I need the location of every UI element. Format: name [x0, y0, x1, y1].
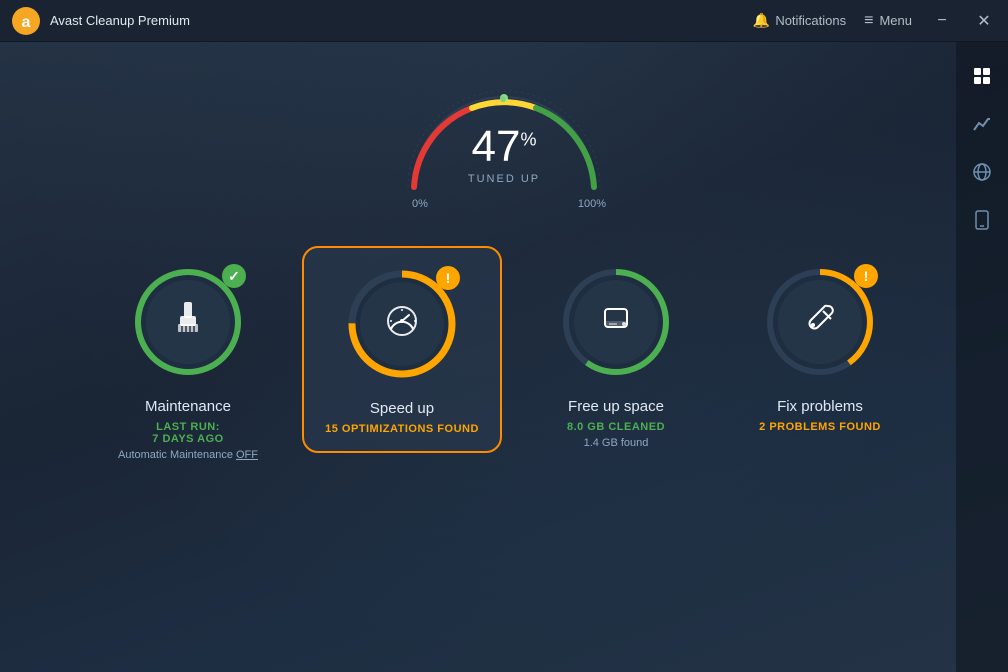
maintenance-badge: ✓ [222, 264, 246, 288]
notifications-label: Notifications [775, 13, 846, 28]
card-fixproblems[interactable]: ! Fix problems 2 PROBLEMS FOUND [730, 262, 910, 433]
speedup-title: Speed up [370, 400, 434, 417]
fixproblems-badge: ! [854, 264, 878, 288]
speedup-icon [381, 299, 423, 349]
svg-text:a: a [22, 14, 31, 31]
gauge-value: 47% [468, 125, 540, 169]
chart-icon [972, 114, 992, 134]
maintenance-circle: ✓ [128, 262, 248, 382]
maintenance-icon [168, 298, 208, 346]
bell-icon: 🔔 [753, 12, 770, 29]
gauge-min-label: 0% [412, 198, 428, 210]
card-maintenance[interactable]: ✓ Maintenance LAST RUN: 7 DAYS AGO Autom… [98, 262, 278, 461]
grid-icon [972, 66, 992, 86]
sidebar-phone-button[interactable] [960, 198, 1004, 242]
fixproblems-subtitle: 2 PROBLEMS FOUND [759, 421, 881, 433]
maintenance-subtitle1: LAST RUN: [156, 421, 220, 433]
card-speedup[interactable]: ! Speed up 15 OPTIMIZATIONS FOUND [302, 246, 502, 453]
menu-icon: ≡ [864, 12, 874, 30]
sidebar-grid-button[interactable] [960, 54, 1004, 98]
freespace-note: 1.4 GB found [584, 437, 649, 449]
app-title: Avast Cleanup Premium [50, 13, 190, 28]
minimize-icon: − [937, 12, 946, 30]
sidebar-globe-button[interactable] [960, 150, 1004, 194]
gauge-container: 47% TUNED UP 0% 100% [394, 72, 614, 202]
maintenance-note: Automatic Maintenance OFF [118, 449, 258, 461]
freespace-icon [597, 299, 635, 345]
menu-button[interactable]: ≡ Menu [864, 12, 912, 30]
gauge-center-text: 47% TUNED UP [468, 125, 540, 185]
title-controls: 🔔 Notifications ≡ Menu − ✕ [753, 9, 996, 33]
freespace-subtitle: 8.0 GB CLEANED [567, 421, 665, 433]
avast-logo-icon: a [12, 7, 40, 35]
fixproblems-title: Fix problems [777, 398, 863, 415]
globe-icon [972, 162, 992, 182]
title-left: a Avast Cleanup Premium [12, 7, 190, 35]
main-content: 47% TUNED UP 0% 100% [0, 42, 1008, 672]
speedup-badge: ! [436, 266, 460, 290]
close-icon: ✕ [977, 11, 990, 31]
maintenance-subtitle2: 7 DAYS AGO [152, 433, 223, 445]
phone-icon [973, 210, 991, 230]
card-freespace[interactable]: Free up space 8.0 GB CLEANED 1.4 GB foun… [526, 262, 706, 449]
right-sidebar [956, 42, 1008, 672]
close-button[interactable]: ✕ [972, 9, 996, 33]
freespace-title: Free up space [568, 398, 664, 415]
minimize-button[interactable]: − [930, 9, 954, 33]
menu-label: Menu [879, 13, 912, 28]
speedup-subtitle: 15 OPTIMIZATIONS FOUND [325, 423, 479, 435]
fixproblems-circle: ! [760, 262, 880, 382]
title-bar: a Avast Cleanup Premium 🔔 Notifications … [0, 0, 1008, 42]
gauge-section: 47% TUNED UP 0% 100% [394, 72, 614, 202]
notifications-button[interactable]: 🔔 Notifications [753, 12, 846, 29]
cards-section: ✓ Maintenance LAST RUN: 7 DAYS AGO Autom… [98, 262, 910, 461]
freespace-circle [556, 262, 676, 382]
fixproblems-icon [800, 298, 840, 346]
sidebar-chart-button[interactable] [960, 102, 1004, 146]
gauge-max-label: 100% [578, 198, 606, 210]
maintenance-title: Maintenance [145, 398, 231, 415]
gauge-label: TUNED UP [468, 173, 540, 185]
speedup-circle: ! [342, 264, 462, 384]
gauge-unit: % [520, 129, 536, 149]
maintenance-toggle[interactable]: OFF [236, 449, 258, 461]
